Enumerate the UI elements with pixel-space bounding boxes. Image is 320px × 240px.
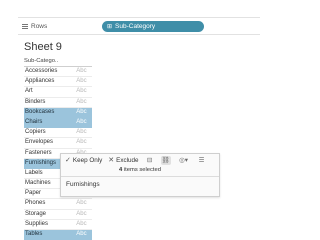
row-abc-placeholder: Abc — [76, 98, 87, 105]
row-abc-placeholder: Abc — [76, 139, 87, 146]
rows-shelf: Rows ⊞ Sub-Category — [18, 17, 260, 35]
group-members-icon[interactable]: ⊟ — [145, 156, 155, 165]
row-abc-placeholder: Abc — [76, 231, 87, 237]
table-row[interactable]: Phones Abc — [24, 199, 92, 210]
table-row[interactable]: Storage Abc — [24, 210, 92, 220]
tooltip-toolbar: ✓ Keep Only ✕ Exclude ⊟ ⛓ ◎▾ ☰ — [61, 154, 219, 166]
row-sub-category-name: Bookcases — [25, 108, 55, 115]
link-icon[interactable]: ⛓ — [160, 155, 171, 165]
row-abc-placeholder: Abc — [76, 220, 87, 227]
sheet-title: Sheet 9 — [24, 41, 62, 53]
dimension-icon: ⊞ — [107, 23, 113, 30]
table-row[interactable]: Binders Abc — [24, 98, 92, 108]
row-abc-placeholder: Abc — [76, 78, 87, 85]
items-selected-count: 4 items selected — [61, 166, 219, 176]
table-row[interactable]: Supplies Abc — [24, 220, 92, 230]
exclude-button[interactable]: ✕ Exclude — [108, 156, 139, 165]
table-row[interactable]: Chairs Abc — [24, 117, 92, 129]
keep-only-button[interactable]: ✓ Keep Only — [65, 156, 103, 165]
rows-icon — [22, 23, 28, 29]
row-abc-placeholder: Abc — [76, 118, 87, 125]
table-row[interactable]: Bookcases Abc — [24, 107, 92, 118]
row-sub-category-name: Phones — [25, 200, 46, 207]
row-sub-category-name: Envelopes — [25, 139, 54, 146]
row-sub-category-name: Binders — [25, 98, 46, 105]
row-sub-category-name: Tables — [25, 231, 43, 237]
row-abc-placeholder: Abc — [76, 68, 87, 74]
row-sub-category-name: Storage — [25, 210, 47, 217]
table-row[interactable]: Tables Abc — [24, 230, 92, 240]
table-row[interactable]: Copiers Abc — [24, 128, 92, 139]
row-abc-placeholder: Abc — [76, 210, 87, 217]
selected-count-number: 4 — [119, 167, 123, 173]
pill-label: Sub-Category — [115, 22, 156, 30]
table-row[interactable]: Envelopes Abc — [24, 138, 92, 149]
rows-label-text: Rows — [31, 22, 48, 30]
row-sub-category-name: Appliances — [25, 78, 55, 85]
selection-tooltip: ✓ Keep Only ✕ Exclude ⊟ ⛓ ◎▾ ☰ 4 items s… — [60, 153, 220, 197]
row-abc-placeholder: Abc — [76, 200, 87, 207]
view-data-icon[interactable]: ☰ — [197, 156, 207, 165]
table-row[interactable]: Appliances Abc — [24, 77, 92, 88]
row-sub-category-name: Art — [25, 88, 33, 95]
selected-count-text: items selected — [123, 167, 161, 173]
check-icon: ✓ — [65, 157, 71, 164]
table-row[interactable]: Accessories Abc — [24, 67, 92, 78]
row-abc-placeholder: Abc — [76, 108, 87, 115]
column-header-sub-category[interactable]: Sub-Catego.. — [24, 57, 92, 67]
row-sub-category-name: Accessories — [25, 68, 58, 74]
rows-shelf-label: Rows — [18, 23, 82, 30]
tooltip-value: Furnishings — [66, 181, 100, 188]
set-icon[interactable]: ◎▾ — [177, 156, 191, 165]
keep-only-label: Keep Only — [72, 156, 103, 164]
x-icon: ✕ — [108, 157, 115, 164]
row-sub-category-name: Chairs — [25, 118, 43, 125]
row-abc-placeholder: Abc — [76, 129, 87, 136]
row-sub-category-name: Supplies — [25, 220, 49, 227]
row-abc-placeholder: Abc — [76, 88, 87, 95]
exclude-label: Exclude — [116, 156, 139, 164]
row-sub-category-name: Copiers — [25, 129, 46, 136]
crosstab-table: Sub-Catego.. Accessories Abc Appliances Abc… — [24, 57, 92, 240]
table-row[interactable]: Art Abc — [24, 87, 92, 98]
sub-category-pill[interactable]: ⊞ Sub-Category — [102, 20, 204, 32]
